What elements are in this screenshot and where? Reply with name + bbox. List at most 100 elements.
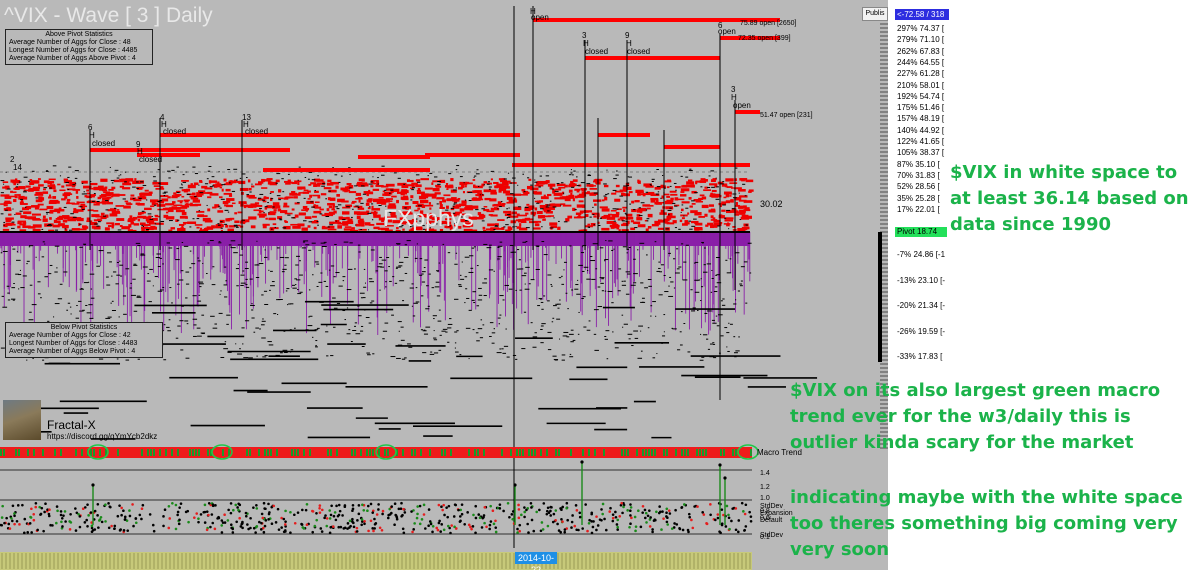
macro-trend-segment bbox=[624, 449, 626, 456]
indicator-dot bbox=[36, 528, 39, 532]
indicator-dot bbox=[600, 508, 603, 511]
noise-mark bbox=[242, 219, 245, 221]
indicator-dot bbox=[44, 502, 47, 506]
support-noise bbox=[570, 329, 574, 331]
resistance-mark bbox=[506, 196, 513, 200]
indicator-dot bbox=[581, 527, 584, 530]
publish-button[interactable]: Publis bbox=[862, 7, 888, 21]
support-noise bbox=[264, 355, 268, 357]
support-noise bbox=[49, 264, 53, 266]
noise-mark bbox=[563, 221, 568, 223]
support-noise bbox=[320, 272, 323, 274]
indicator-dot bbox=[113, 524, 117, 528]
support-noise bbox=[711, 277, 714, 279]
annotation-macro-trend: $VIX on its also largest green macro tre… bbox=[790, 380, 1161, 453]
resistance-mark bbox=[574, 188, 581, 191]
indicator-dot bbox=[255, 507, 259, 510]
resistance-mark bbox=[654, 201, 662, 205]
macro-trend-segment bbox=[249, 449, 251, 456]
resistance-mark bbox=[735, 202, 738, 206]
indicator-dot bbox=[168, 517, 172, 520]
resistance-mark bbox=[409, 179, 414, 183]
support-noise bbox=[254, 264, 260, 266]
noise-mark bbox=[103, 215, 107, 217]
noise-mark bbox=[328, 190, 331, 192]
support-noise bbox=[599, 277, 605, 279]
support-noise bbox=[691, 310, 696, 312]
support-noise bbox=[449, 318, 452, 320]
noise-mark bbox=[455, 169, 458, 171]
support-noise bbox=[483, 243, 488, 245]
macro-trend-segment bbox=[510, 449, 512, 456]
support-noise bbox=[706, 263, 712, 265]
indicator-dot bbox=[342, 527, 346, 530]
support-noise bbox=[739, 285, 743, 287]
support-noise bbox=[154, 276, 158, 278]
indicator-dot bbox=[263, 507, 266, 510]
macro-trend-segment bbox=[531, 449, 533, 456]
noise-mark bbox=[732, 193, 737, 195]
indicator-dot bbox=[272, 504, 276, 508]
indicator-dot bbox=[284, 509, 287, 513]
resistance-mark bbox=[427, 193, 437, 197]
support-noise bbox=[535, 268, 540, 270]
resistance-mark bbox=[257, 213, 265, 216]
support-noise bbox=[223, 348, 229, 350]
indicator-dot bbox=[418, 522, 422, 526]
noise-mark bbox=[525, 227, 530, 229]
support-noise bbox=[532, 336, 538, 338]
pivot-label: Pivot 18.74 bbox=[895, 227, 947, 237]
noise-mark bbox=[64, 228, 67, 230]
indicator-dot bbox=[546, 524, 550, 528]
indicator-dot bbox=[494, 519, 497, 523]
indicator-dot bbox=[152, 529, 156, 533]
indicator-dot bbox=[668, 512, 672, 515]
support-noise bbox=[0, 252, 3, 254]
resistance-mark bbox=[542, 215, 551, 218]
indicator-dot bbox=[401, 513, 404, 517]
resistance-mark bbox=[313, 226, 317, 230]
support-noise bbox=[218, 241, 221, 243]
indicator-dot bbox=[718, 463, 722, 467]
noise-mark bbox=[638, 207, 641, 209]
resistance-mark bbox=[298, 212, 306, 216]
noise-mark bbox=[384, 189, 387, 191]
indicator-dot bbox=[571, 514, 574, 517]
noise-mark bbox=[390, 189, 394, 191]
support-noise bbox=[295, 284, 297, 286]
support-noise bbox=[207, 242, 210, 244]
support-noise bbox=[2, 250, 8, 252]
support-noise bbox=[575, 284, 579, 286]
noise-mark bbox=[527, 177, 530, 179]
noise-mark bbox=[508, 207, 510, 209]
support-noise bbox=[617, 290, 621, 292]
axis-scroll-bar[interactable] bbox=[878, 232, 882, 362]
resistance-mark bbox=[508, 182, 517, 184]
resistance-mark bbox=[124, 200, 129, 203]
support-noise bbox=[675, 272, 680, 274]
support-noise bbox=[621, 284, 627, 286]
noise-mark bbox=[220, 221, 223, 223]
indicator-dot bbox=[563, 528, 567, 531]
support-noise bbox=[181, 241, 184, 243]
noise-mark bbox=[3, 183, 5, 185]
indicator-dot bbox=[151, 523, 155, 527]
resistance-mark bbox=[490, 191, 497, 195]
resistance-mark bbox=[371, 205, 374, 209]
indicator-dot bbox=[335, 504, 338, 508]
support-noise bbox=[263, 256, 268, 258]
support-noise bbox=[53, 316, 55, 318]
logo-link[interactable]: https://discord.gg/qYmYcb2dkz bbox=[47, 432, 157, 441]
resistance-mark bbox=[254, 202, 260, 205]
wave-label: open bbox=[733, 101, 751, 110]
macro-trend-segment bbox=[327, 449, 329, 456]
resistance-mark bbox=[219, 186, 223, 189]
noise-mark bbox=[118, 175, 120, 177]
support-noise bbox=[132, 278, 136, 280]
indicator-dot bbox=[727, 516, 731, 520]
indicator-dot bbox=[666, 523, 670, 526]
indicator-dot bbox=[517, 503, 520, 507]
macro-trend-segment bbox=[93, 449, 95, 456]
support-noise bbox=[312, 336, 314, 338]
indicator-dot bbox=[367, 529, 370, 533]
